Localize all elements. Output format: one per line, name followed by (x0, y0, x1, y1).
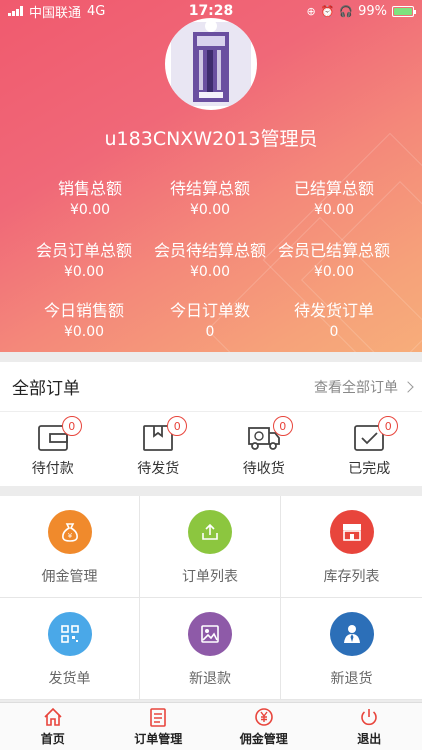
battery-percent: 99% (358, 3, 387, 19)
store-icon (329, 510, 374, 554)
grid-item-label: 新退款 (189, 671, 231, 687)
stat-value: ¥0.00 (313, 202, 355, 218)
stat-pending-settlement: 待结算总额 ¥0.00 (140, 178, 280, 220)
stat-member-settled: 会员已结算总额 ¥0.00 (264, 240, 404, 282)
stat-label: 今日销售额 (43, 301, 124, 320)
user-tie-icon (329, 612, 374, 656)
profile-header: 中国联通 4G 17:28 ⊕ ⏰ 🎧 99% u183CNXW2013管理员 … (0, 0, 422, 352)
tab-logout[interactable]: 退出 (317, 703, 422, 750)
home-icon (44, 707, 62, 726)
alarm-icon: ⏰ (320, 4, 335, 18)
money-bag-icon: ¥ (47, 510, 92, 554)
order-status-to-receive[interactable]: 0 待收货 (211, 412, 317, 486)
stat-label: 会员订单总额 (35, 241, 132, 260)
order-status-completed[interactable]: 0 已完成 (317, 412, 422, 486)
lock-rotation-icon: ⊕ (306, 4, 316, 18)
qr-code-icon (47, 612, 92, 656)
stat-label: 已结算总额 (293, 179, 374, 198)
bottom-tab-bar: 首页 订单管理 佣金管理 退出 (0, 702, 422, 750)
wallet-icon: 0 (36, 416, 82, 452)
stat-value: ¥0.00 (63, 264, 105, 280)
orders-section: 全部订单 查看全部订单 0 待付款 0 待发货 0 待收货 0 已完成 (0, 362, 422, 486)
chevron-right-icon (402, 380, 414, 393)
stat-label: 待结算总额 (169, 179, 250, 198)
username: u183CNXW2013管理员 (104, 128, 318, 150)
clock: 17:28 (188, 3, 234, 19)
count-badge: 0 (378, 416, 399, 436)
stat-value: 0 (329, 324, 339, 340)
tab-label: 退出 (357, 732, 382, 746)
order-status-label: 待付款 (31, 461, 74, 477)
order-status-to-ship[interactable]: 0 待发货 (106, 412, 212, 486)
tab-label: 佣金管理 (239, 732, 288, 746)
signal-icon (8, 6, 23, 16)
count-badge: 0 (272, 416, 293, 436)
delivery-truck-icon: 0 (247, 416, 293, 452)
grid-item-shipping-order[interactable]: 发货单 (0, 598, 140, 700)
order-status-pending-payment[interactable]: 0 待付款 (0, 412, 106, 486)
stat-label: 会员已结算总额 (277, 241, 390, 260)
package-icon: 0 (141, 416, 188, 452)
grid-item-new-return[interactable]: 新退货 (281, 598, 422, 700)
view-all-label: 查看全部订单 (314, 379, 398, 396)
svg-text:¥: ¥ (67, 532, 72, 540)
order-status-label: 已完成 (348, 461, 391, 477)
upload-icon (188, 510, 232, 554)
stat-value: ¥0.00 (313, 264, 355, 280)
order-status-label: 待发货 (137, 461, 180, 477)
image-icon (188, 612, 232, 656)
stat-today-orders: 今日订单数 0 (140, 300, 280, 342)
count-badge: 0 (167, 416, 188, 436)
stat-value: ¥0.00 (189, 264, 231, 280)
carrier-name: 中国联通 (29, 5, 82, 21)
stat-label: 会员待结算总额 (153, 241, 266, 260)
grid-item-label: 佣金管理 (41, 569, 98, 585)
grid-item-inventory[interactable]: 库存列表 (281, 496, 422, 598)
stat-settled: 已结算总额 ¥0.00 (264, 178, 404, 220)
stat-label: 待发货订单 (293, 301, 374, 320)
tab-commission-management[interactable]: 佣金管理 (211, 703, 317, 750)
tab-label: 订单管理 (134, 732, 183, 746)
stat-member-orders: 会员订单总额 ¥0.00 (14, 240, 154, 282)
tab-home[interactable]: 首页 (0, 703, 106, 750)
stat-today-sales: 今日销售额 ¥0.00 (14, 300, 154, 342)
stat-value: ¥0.00 (189, 202, 231, 218)
stat-total-sales: 销售总额 ¥0.00 (20, 178, 160, 220)
check-box-icon: 0 (352, 416, 399, 452)
yen-icon (254, 708, 273, 726)
grid-item-new-refund[interactable]: 新退款 (140, 598, 281, 700)
orders-title: 全部订单 (12, 379, 80, 399)
tab-label: 首页 (40, 732, 65, 746)
grid-item-commission[interactable]: ¥ 佣金管理 (0, 496, 140, 598)
orders-header: 全部订单 查看全部订单 (0, 362, 422, 412)
grid-item-label: 库存列表 (323, 569, 380, 585)
battery-icon (392, 5, 416, 17)
count-badge: 0 (61, 416, 82, 436)
order-status-label: 待收货 (242, 461, 285, 477)
product-image-icon (171, 22, 251, 106)
stat-value: ¥0.00 (69, 202, 111, 218)
feature-grid: ¥ 佣金管理 订单列表 库存列表 发货单 新退款 新退货 (0, 496, 422, 700)
power-icon (361, 709, 378, 726)
avatar[interactable] (165, 18, 257, 110)
headphones-icon: 🎧 (339, 4, 354, 18)
tab-order-management[interactable]: 订单管理 (106, 703, 212, 750)
stat-to-ship: 待发货订单 0 (264, 300, 404, 342)
stat-member-pending: 会员待结算总额 ¥0.00 (140, 240, 280, 282)
grid-item-label: 发货单 (48, 671, 91, 687)
grid-item-label: 订单列表 (182, 569, 238, 585)
grid-item-order-list[interactable]: 订单列表 (140, 496, 281, 598)
grid-item-label: 新退货 (330, 671, 373, 687)
stat-value: ¥0.00 (63, 324, 105, 340)
stat-value: 0 (205, 324, 215, 340)
clipboard-icon (150, 708, 167, 727)
network-type: 4G (87, 3, 106, 19)
stat-label: 销售总额 (57, 179, 122, 198)
view-all-orders-link[interactable]: 查看全部订单 (314, 377, 414, 397)
stat-label: 今日订单数 (169, 301, 250, 320)
